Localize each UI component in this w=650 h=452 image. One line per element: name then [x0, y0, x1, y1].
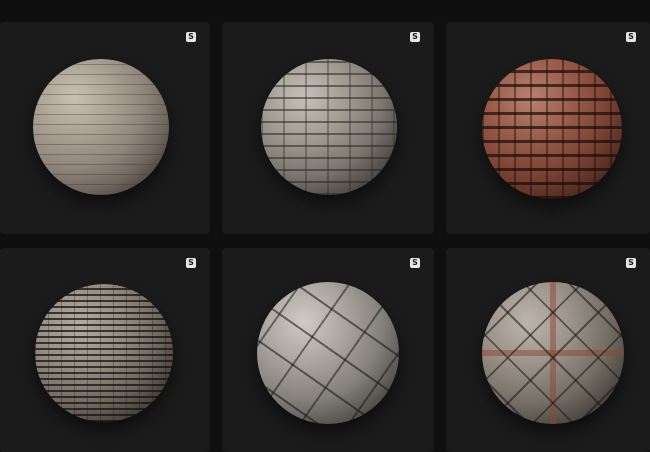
substance-icon: S: [410, 258, 420, 268]
material-card-roof-tiles[interactable]: S: [446, 22, 650, 234]
substance-icon: S: [186, 32, 196, 42]
substance-icon: S: [186, 258, 196, 268]
material-preview-sphere: [482, 59, 622, 199]
material-card-plaster-brick[interactable]: S: [0, 22, 210, 234]
material-preview-sphere: [482, 282, 624, 424]
substance-icon: S: [410, 32, 420, 42]
material-card-stacked-slate[interactable]: S: [0, 248, 210, 452]
material-card-stone-tiles[interactable]: S: [446, 248, 650, 452]
substance-icon: S: [626, 32, 636, 42]
material-preview-sphere: [35, 284, 173, 422]
material-preview-sphere: [257, 282, 399, 424]
material-preview-sphere: [33, 59, 169, 195]
substance-icon: S: [626, 258, 636, 268]
material-card-flagstone[interactable]: S: [222, 248, 434, 452]
material-card-grey-brick[interactable]: S: [222, 22, 434, 234]
material-preview-sphere: [261, 59, 397, 195]
